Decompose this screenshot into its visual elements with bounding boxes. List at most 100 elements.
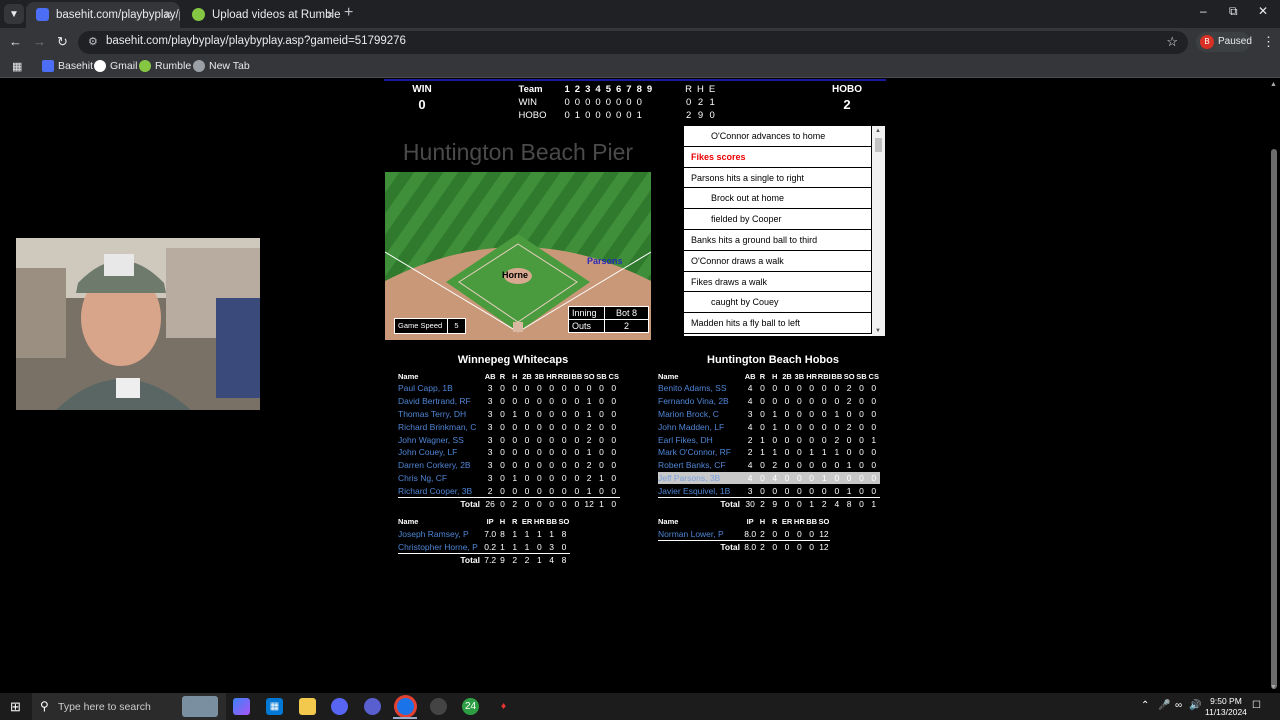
bookmark-basehit[interactable]: Basehit: [42, 60, 93, 72]
bookmark-star-icon[interactable]: ☆: [1166, 34, 1178, 50]
back-icon[interactable]: ←: [9, 34, 22, 49]
stat-cell: 1: [772, 408, 778, 419]
player-link[interactable]: Richard Cooper, 3B: [398, 484, 484, 497]
stat-cell: 0: [561, 383, 567, 394]
microphone-icon[interactable]: 🎤: [1158, 700, 1170, 711]
player-row: David Bertrand, RF 3 0 0 0 0 0 0 0 1 0 0: [398, 395, 620, 408]
reload-icon[interactable]: ↻: [57, 34, 68, 50]
player-link[interactable]: Fernando Vina, 2B: [658, 395, 744, 408]
game-speed-value[interactable]: 5: [447, 319, 465, 333]
restore-icon[interactable]: ⧉: [1229, 4, 1238, 19]
stat-cell: 1: [760, 447, 765, 458]
page-scroll-thumb[interactable]: [1271, 149, 1277, 689]
player-row: Chris Ng, CF 3 0 1 0 0 0 0 0 2 1 0: [398, 472, 620, 485]
windows-start-icon[interactable]: ⊞: [10, 699, 21, 715]
player-link[interactable]: Joseph Ramsey, P: [398, 528, 484, 541]
url-text[interactable]: basehit.com/playbyplay/playbyplay.asp?ga…: [106, 35, 406, 47]
new-tab-button[interactable]: +: [344, 4, 353, 22]
volume-icon[interactable]: 🔊: [1189, 700, 1201, 711]
stat-cell: 0: [846, 447, 852, 458]
stat-cell: 0: [772, 396, 778, 407]
stat-cell: 0: [796, 421, 802, 432]
site-info-icon[interactable]: ⚙: [88, 35, 98, 48]
app-icon[interactable]: [364, 698, 381, 715]
tab-search-button[interactable]: ▼: [4, 4, 24, 24]
player-link[interactable]: Mark O'Connor, RF: [658, 446, 744, 459]
store-icon[interactable]: ▦: [266, 698, 283, 715]
player-link[interactable]: John Wagner, SS: [398, 433, 484, 446]
bookmark-rumble[interactable]: Rumble: [139, 60, 191, 72]
red-app-icon[interactable]: ♦: [495, 698, 512, 715]
forward-icon[interactable]: →: [33, 34, 46, 49]
bookmark-gmail[interactable]: Gmail: [94, 60, 137, 72]
player-link[interactable]: Thomas Terry, DH: [398, 408, 484, 421]
windows-taskbar: ⊞ ⚲ Type here to search ▦ 24 ♦ ⌃ 🎤 ∞ 🔊 9…: [0, 693, 1280, 720]
stat-cell: 0: [859, 421, 864, 432]
player-link[interactable]: Robert Banks, CF: [658, 459, 744, 472]
inning-value: Bot 8: [604, 306, 649, 320]
scroll-down-icon[interactable]: ▼: [875, 328, 881, 334]
scroll-thumb[interactable]: [875, 138, 882, 152]
player-link[interactable]: Marion Brock, C: [658, 408, 744, 421]
window-close-icon[interactable]: ✕: [1258, 4, 1268, 18]
scroll-down-icon[interactable]: ▼: [1270, 684, 1277, 691]
scroll-up-icon[interactable]: ▲: [875, 128, 881, 134]
player-link[interactable]: Richard Brinkman, C: [398, 420, 484, 433]
player-link[interactable]: Darren Corkery, 2B: [398, 459, 484, 472]
player-link[interactable]: Earl Fikes, DH: [658, 433, 744, 446]
tab-rumble[interactable]: Upload videos at Rumble ×: [182, 2, 342, 28]
player-link[interactable]: Jeff Parsons, 3B: [658, 471, 744, 485]
player-link[interactable]: Norman Lower, P: [658, 528, 744, 541]
basehit-favicon-icon: [36, 8, 49, 21]
column-header: AB: [744, 371, 756, 381]
total-cell: 4: [545, 553, 558, 567]
taskbar-search[interactable]: ⚲ Type here to search: [32, 693, 226, 720]
address-bar[interactable]: ⚙ basehit.com/playbyplay/playbyplay.asp?…: [78, 31, 1188, 54]
stat-cell: 0: [512, 485, 518, 496]
tray-expand-icon[interactable]: ⌃: [1141, 700, 1149, 711]
page-scrollbar[interactable]: ▲ ▼: [1268, 79, 1280, 693]
browser-menu-icon[interactable]: ⋮: [1262, 34, 1275, 50]
close-tab-icon[interactable]: ×: [164, 2, 172, 28]
profile-button[interactable]: B Paused: [1196, 32, 1252, 52]
stat-cell: 0: [809, 434, 814, 445]
stat-cell: 0: [599, 434, 604, 445]
total-cell: 0: [607, 496, 620, 510]
total-cell: 0: [780, 496, 794, 510]
stat-cell: 0: [809, 460, 814, 471]
discord-icon[interactable]: [331, 698, 348, 715]
home-box-score: Huntington Beach Hobos Name AB R H 2B 3B HR RBI…: [658, 354, 888, 554]
player-link[interactable]: Paul Capp, 1B: [398, 382, 484, 395]
tab-basehit[interactable]: basehit.com/playbyplay/playbyp ×: [26, 2, 180, 28]
stat-cell: 0: [574, 485, 580, 496]
bookmark-new-tab[interactable]: New Tab: [193, 60, 250, 72]
player-link[interactable]: Chris Ng, CF: [398, 472, 484, 485]
play-by-play-list[interactable]: O'Connor advances to home Fikes scores Par…: [684, 126, 885, 336]
steam-icon[interactable]: [430, 698, 447, 715]
inning-runs: 1: [636, 110, 642, 121]
player-link[interactable]: John Madden, LF: [658, 420, 744, 433]
player-link[interactable]: John Couey, LF: [398, 446, 484, 459]
chrome-icon[interactable]: [397, 698, 414, 715]
player-link[interactable]: Javier Esquivel, 1B: [658, 484, 744, 497]
copilot-icon[interactable]: [233, 698, 250, 715]
play-by-play-item: O'Connor advances to home: [684, 126, 871, 147]
column-header: HR: [806, 371, 818, 381]
file-explorer-icon[interactable]: [299, 698, 316, 715]
play-by-play-scrollbar[interactable]: ▲ ▼: [872, 126, 885, 336]
apps-grid-icon[interactable]: ▦: [12, 60, 22, 73]
team-name: WIN: [518, 97, 537, 108]
stat-cell: 0: [549, 434, 554, 445]
player-link[interactable]: Christopher Horne, P: [398, 541, 484, 554]
player-link[interactable]: David Bertrand, RF: [398, 395, 484, 408]
network-icon[interactable]: ∞: [1175, 700, 1182, 711]
player-link[interactable]: Benito Adams, SS: [658, 382, 744, 395]
minimize-icon[interactable]: –: [1200, 4, 1207, 18]
stat-cell: 0: [561, 485, 567, 496]
notification-icon[interactable]: ☐: [1252, 700, 1261, 711]
close-tab-icon[interactable]: ×: [326, 2, 334, 28]
taskbar-clock[interactable]: 9:50 PM 11/13/2024: [1205, 696, 1247, 718]
scroll-up-icon[interactable]: ▲: [1270, 81, 1277, 88]
clock-date: 11/13/2024: [1205, 707, 1247, 717]
app-24-icon[interactable]: 24: [462, 698, 479, 715]
